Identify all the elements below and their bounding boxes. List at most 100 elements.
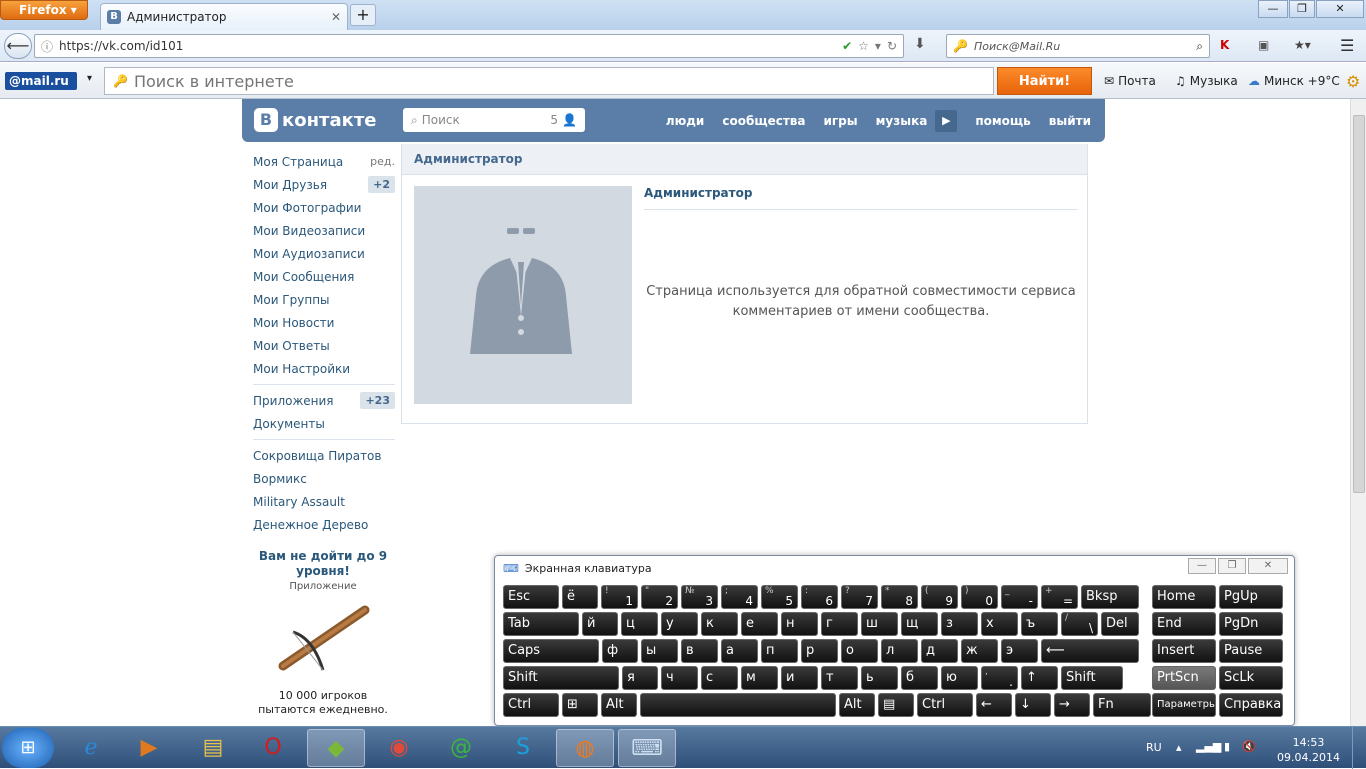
- osk-key[interactable]: с: [701, 666, 738, 690]
- url-bar[interactable]: ⓘ https://vk.com/id101 ✔ ☆ ▾ ↻: [34, 34, 904, 58]
- osk-key[interactable]: е: [741, 612, 778, 636]
- osk-key[interactable]: Ctrl: [917, 693, 973, 717]
- osk-key[interactable]: Alt: [839, 693, 875, 717]
- osk-key[interactable]: я: [622, 666, 658, 690]
- osk-key[interactable]: / \: [1061, 612, 1098, 636]
- osk-key[interactable]: " 2: [641, 585, 678, 609]
- menu-item-audio[interactable]: Мои Аудиозаписи: [243, 242, 395, 265]
- osk-key[interactable]: Fn: [1093, 693, 1151, 717]
- osk-key[interactable]: % 5: [761, 585, 798, 609]
- menu-item-apps[interactable]: Приложения +23: [243, 389, 395, 412]
- menu-item-game[interactable]: Вормикс: [243, 467, 395, 490]
- osk-maximize-button[interactable]: ❐: [1218, 558, 1246, 574]
- osk-key[interactable]: й: [582, 612, 618, 636]
- mail-agent-taskbar-icon[interactable]: @: [432, 729, 490, 767]
- osk-key[interactable]: :6: [801, 585, 838, 609]
- nav-help[interactable]: помощь: [975, 114, 1030, 128]
- osk-key[interactable]: ы: [641, 639, 678, 663]
- osk-key[interactable]: ! 1: [601, 585, 638, 609]
- avatar[interactable]: [414, 186, 632, 404]
- osk-key[interactable]: * 8: [881, 585, 918, 609]
- magnifier-icon[interactable]: ⌕: [1196, 39, 1203, 54]
- menu-item-game[interactable]: Сокровища Пиратов: [243, 444, 395, 467]
- osk-key[interactable]: (9: [921, 585, 958, 609]
- play-icon[interactable]: ▶: [935, 109, 958, 132]
- close-window-button[interactable]: ✕: [1316, 0, 1364, 18]
- osk-key[interactable]: Shift: [1061, 666, 1123, 690]
- osk-key[interactable]: Справка: [1219, 693, 1283, 717]
- menu-item-news[interactable]: Мои Новости: [243, 311, 395, 334]
- osk-key[interactable]: Insert: [1152, 639, 1216, 663]
- menu-icon[interactable]: ☰: [1340, 36, 1354, 55]
- site-info-icon[interactable]: ⓘ: [41, 38, 53, 55]
- osk-key[interactable]: Ctrl: [503, 693, 559, 717]
- osk-key[interactable]: Esc: [503, 585, 559, 609]
- app-ad[interactable]: Вам не дойти до 9 уровня! Приложение 10 …: [253, 549, 393, 717]
- mailru-dropdown-icon[interactable]: ▾: [87, 73, 92, 84]
- osk-key[interactable]: Home: [1152, 585, 1216, 609]
- volume-muted-icon[interactable]: 🔇: [1242, 740, 1256, 753]
- osk-key[interactable]: ▤: [878, 693, 914, 717]
- nav-games[interactable]: игры: [824, 114, 858, 128]
- osk-taskbar-icon[interactable]: ⌨: [618, 729, 676, 767]
- reload-icon[interactable]: ↻: [887, 39, 897, 53]
- minimize-window-button[interactable]: —: [1258, 0, 1288, 18]
- show-desktop-button[interactable]: [1352, 727, 1366, 769]
- osk-key[interactable]: [640, 693, 836, 717]
- menu-item-settings[interactable]: Мои Настройки: [243, 357, 395, 380]
- osk-key[interactable]: л: [881, 639, 918, 663]
- osk-key[interactable]: д: [921, 639, 958, 663]
- find-button[interactable]: Найти!: [997, 67, 1092, 95]
- osk-key[interactable]: →: [1054, 693, 1090, 717]
- osk-key[interactable]: ↓: [1015, 693, 1051, 717]
- edit-link[interactable]: ред.: [370, 155, 395, 168]
- osk-key[interactable]: Tab: [503, 612, 579, 636]
- vk-logo[interactable]: В контакте: [254, 108, 376, 132]
- osk-key[interactable]: Alt: [601, 693, 637, 717]
- menu-item-friends[interactable]: Мои Друзья +2: [243, 173, 395, 196]
- osk-key[interactable]: PgDn: [1219, 612, 1283, 636]
- music-link[interactable]: ♫ Музыка: [1175, 74, 1238, 88]
- osk-key[interactable]: у: [661, 612, 698, 636]
- signal-icon[interactable]: ▂▄▆: [1196, 740, 1221, 753]
- osk-key[interactable]: PgUp: [1219, 585, 1283, 609]
- osk-key[interactable]: Shift: [503, 666, 619, 690]
- osk-key[interactable]: ↑: [1021, 666, 1058, 690]
- menu-item-game[interactable]: Денежное Дерево: [243, 513, 395, 536]
- osk-key[interactable]: ScLk: [1219, 666, 1283, 690]
- battery-icon[interactable]: ▮: [1224, 740, 1230, 753]
- osk-key[interactable]: ь: [861, 666, 898, 690]
- osk-key[interactable]: б: [901, 666, 938, 690]
- osk-key[interactable]: ц: [621, 612, 658, 636]
- osk-key[interactable]: № 3: [681, 585, 718, 609]
- menu-item-game[interactable]: Military Assault: [243, 490, 395, 513]
- ie-taskbar-icon[interactable]: ℯ: [62, 729, 120, 767]
- osk-key[interactable]: т: [821, 666, 858, 690]
- scrollbar-thumb[interactable]: [1353, 115, 1365, 493]
- osk-minimize-button[interactable]: —: [1188, 558, 1216, 574]
- osk-key[interactable]: ф: [602, 639, 638, 663]
- osk-key[interactable]: в: [681, 639, 718, 663]
- osk-key[interactable]: х: [981, 612, 1018, 636]
- bookmarks-menu-icon[interactable]: ★▾: [1294, 38, 1311, 52]
- page-scrollbar[interactable]: [1350, 99, 1366, 726]
- osk-key[interactable]: р: [801, 639, 838, 663]
- downloads-icon[interactable]: ⬇: [914, 36, 926, 52]
- osk-key[interactable]: _ -: [1001, 585, 1038, 609]
- menu-item-messages[interactable]: Мои Сообщения: [243, 265, 395, 288]
- menu-item-my-page[interactable]: Моя Страница ред.: [243, 150, 395, 173]
- osk-close-button[interactable]: ✕: [1248, 558, 1288, 574]
- osk-key[interactable]: э: [1001, 639, 1038, 663]
- nav-music[interactable]: музыка: [876, 114, 928, 128]
- osk-key[interactable]: Pause: [1219, 639, 1283, 663]
- osk-key[interactable]: о: [841, 639, 878, 663]
- media-player-taskbar-icon[interactable]: ▶: [120, 729, 178, 767]
- osk-key[interactable]: ,.: [981, 666, 1018, 690]
- menu-item-answers[interactable]: Мои Ответы: [243, 334, 395, 357]
- tab-close-icon[interactable]: ✕: [331, 10, 341, 24]
- browser-tab[interactable]: В Администратор ✕: [100, 3, 348, 30]
- osk-key[interactable]: н: [781, 612, 818, 636]
- nav-people[interactable]: люди: [666, 114, 705, 128]
- new-tab-button[interactable]: +: [350, 4, 376, 26]
- osk-key[interactable]: з: [941, 612, 978, 636]
